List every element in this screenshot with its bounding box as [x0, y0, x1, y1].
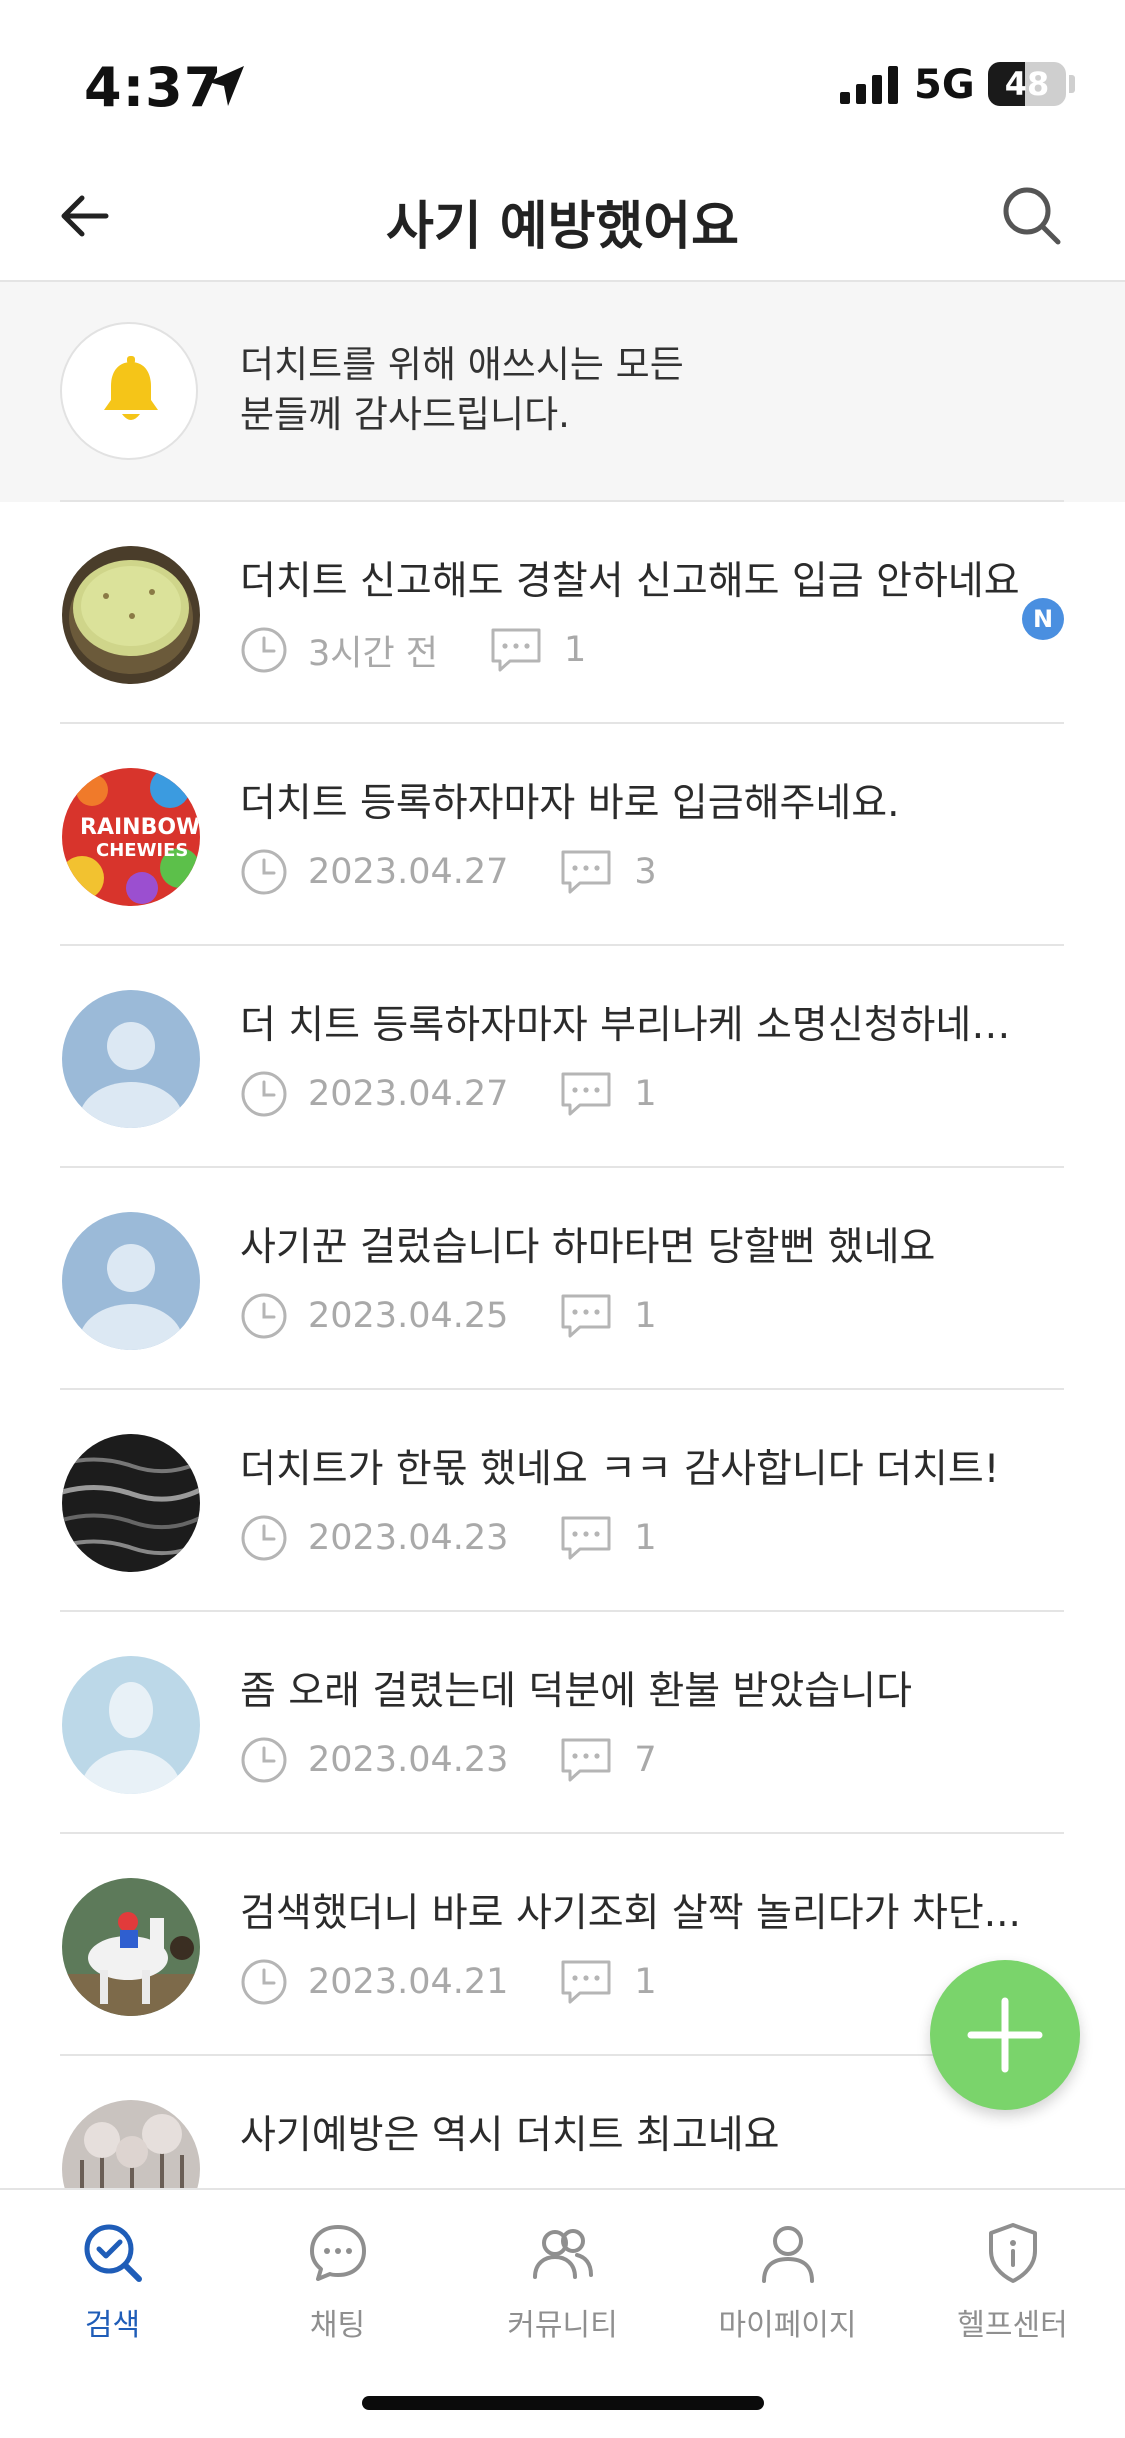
- comment-icon: [560, 1959, 612, 2005]
- avatar: [62, 1212, 200, 1350]
- avatar: [62, 1434, 200, 1572]
- search-icon[interactable]: [1000, 184, 1064, 252]
- comment-count: 1: [634, 1962, 657, 2002]
- clock-icon: [240, 1958, 288, 2006]
- tab-label: 커뮤니티: [507, 2308, 618, 2343]
- post-title: 사기예방은 역시 더치트 최고네요: [240, 2113, 780, 2158]
- avatar: [62, 2100, 200, 2190]
- post-title: 사기꾼 걸렀습니다 하마타면 당할뻔 했네요: [240, 1225, 936, 1270]
- post-date: 2023.04.25: [308, 1296, 509, 1336]
- notice-text: 더치트를 위해 애쓰시는 모든 분들께 감사드립니다.: [240, 343, 684, 436]
- comment-icon: [560, 1737, 612, 1783]
- comment-count: 3: [634, 852, 657, 892]
- comment-count: 7: [634, 1740, 657, 1780]
- plus-icon: [967, 1997, 1043, 2073]
- post-date: 2023.04.27: [308, 1074, 509, 1114]
- search-check-icon: [0, 2220, 225, 2286]
- comment-count: 1: [634, 1074, 657, 1114]
- svg-text:RAINBOW: RAINBOW: [80, 815, 200, 840]
- status-bar: 4:37 5G 48: [0, 0, 1125, 150]
- comment-icon: [560, 849, 612, 895]
- comment-count: 1: [634, 1518, 657, 1558]
- post-title: 더 치트 등록하자마자 부리나케 소명신청하네요...: [240, 1003, 1040, 1048]
- svg-text:CHEWIES: CHEWIES: [96, 840, 188, 861]
- tab-search[interactable]: 검색: [0, 2220, 225, 2360]
- post-date: 2023.04.21: [308, 1962, 509, 2002]
- users-icon: [450, 2220, 675, 2286]
- list-item[interactable]: 사기꾼 걸렀습니다 하마타면 당할뻔 했네요 2023.04.25 1: [60, 1166, 1064, 1388]
- post-date: 2023.04.23: [308, 1518, 509, 1558]
- post-date: 2023.04.27: [308, 852, 509, 892]
- post-meta: 2023.04.21 1: [240, 1956, 657, 2008]
- user-icon: [675, 2220, 900, 2286]
- list-item[interactable]: 더 치트 등록하자마자 부리나케 소명신청하네요... 2023.04.27 1: [60, 944, 1064, 1166]
- tab-community[interactable]: 커뮤니티: [450, 2220, 675, 2360]
- add-post-button[interactable]: [930, 1960, 1080, 2110]
- tab-label: 채팅: [309, 2308, 366, 2343]
- battery-percent: 48: [1004, 65, 1050, 103]
- post-meta: 2023.04.23 1: [240, 1512, 657, 1564]
- tab-chat[interactable]: 채팅: [225, 2220, 450, 2360]
- tab-label: 헬프센터: [957, 2308, 1068, 2343]
- clock-icon: [240, 1070, 288, 1118]
- avatar: [62, 1878, 200, 2016]
- post-meta: 2023.04.23 7: [240, 1734, 657, 1786]
- post-meta: 2023.04.27 3: [240, 846, 657, 898]
- comment-count: 1: [634, 1296, 657, 1336]
- clock-icon: [240, 1736, 288, 1784]
- list-item[interactable]: 좀 오래 걸렸는데 덕분에 환불 받았습니다 2023.04.23 7: [60, 1610, 1064, 1832]
- post-meta: 3시간 전 1: [240, 624, 586, 676]
- app-header: 사기 예방했어요: [0, 150, 1125, 282]
- post-date: 3시간 전: [308, 633, 438, 674]
- home-indicator[interactable]: [362, 2396, 764, 2410]
- list-item[interactable]: RAINBOW CHEWIES 더치트 등록하자마자 바로 입금해주네요. 20…: [60, 722, 1064, 944]
- clock-icon: [240, 848, 288, 896]
- list-item[interactable]: 사기예방은 역시 더치트 최고네요: [60, 2054, 1064, 2190]
- post-title: 더치트 신고해도 경찰서 신고해도 입금 안하네요: [240, 559, 1020, 604]
- comment-icon: [560, 1293, 612, 1339]
- new-badge: N: [1022, 598, 1064, 640]
- clock-icon: [240, 1514, 288, 1562]
- comment-icon: [560, 1515, 612, 1561]
- post-title: 더치트 등록하자마자 바로 입금해주네요.: [240, 781, 900, 826]
- post-title: 좀 오래 걸렸는데 덕분에 환불 받았습니다: [240, 1669, 912, 1714]
- bell-icon: [104, 356, 158, 420]
- avatar: [62, 1656, 200, 1794]
- status-time: 4:37: [84, 56, 223, 119]
- avatar: [62, 990, 200, 1128]
- tab-label: 마이페이지: [718, 2308, 857, 2343]
- tab-label: 검색: [84, 2308, 141, 2343]
- tab-helpcenter[interactable]: 헬프센터: [900, 2220, 1125, 2360]
- list-item[interactable]: 더치트가 한몫 했네요 ㅋㅋ 감사합니다 더치트! 2023.04.23 1: [60, 1388, 1064, 1610]
- battery-icon: 48: [988, 62, 1066, 106]
- clock-icon: [240, 1292, 288, 1340]
- avatar: RAINBOW CHEWIES: [62, 768, 200, 906]
- post-list: 더치트 신고해도 경찰서 신고해도 입금 안하네요 3시간 전 1 N RAIN…: [0, 500, 1125, 2190]
- bell-icon-container: [60, 322, 198, 460]
- avatar: [62, 546, 200, 684]
- comment-icon: [560, 1071, 612, 1117]
- shield-info-icon: [900, 2220, 1125, 2286]
- post-meta: 2023.04.25 1: [240, 1290, 657, 1342]
- notice-banner: 더치트를 위해 애쓰시는 모든 분들께 감사드립니다.: [0, 282, 1125, 502]
- list-item[interactable]: 검색했더니 바로 사기조회 살짝 놀리다가 차단... 2023.04.21 1: [60, 1832, 1064, 2054]
- cellular-signal-icon: [840, 66, 900, 108]
- post-date: 2023.04.23: [308, 1740, 509, 1780]
- comment-icon: [490, 627, 542, 673]
- list-item[interactable]: 더치트 신고해도 경찰서 신고해도 입금 안하네요 3시간 전 1 N: [60, 500, 1064, 722]
- clock-icon: [240, 626, 288, 674]
- battery-cap: [1069, 75, 1075, 93]
- network-type: 5G: [914, 62, 975, 108]
- post-meta: 2023.04.27 1: [240, 1068, 657, 1120]
- comment-count: 1: [564, 630, 587, 670]
- tab-mypage[interactable]: 마이페이지: [675, 2220, 900, 2360]
- post-title: 검색했더니 바로 사기조회 살짝 놀리다가 차단...: [240, 1891, 1021, 1936]
- chat-bubble-icon: [225, 2220, 450, 2286]
- post-title: 더치트가 한몫 했네요 ㅋㅋ 감사합니다 더치트!: [240, 1447, 1000, 1492]
- page-title: 사기 예방했어요: [386, 197, 739, 257]
- location-arrow-icon: [206, 64, 246, 112]
